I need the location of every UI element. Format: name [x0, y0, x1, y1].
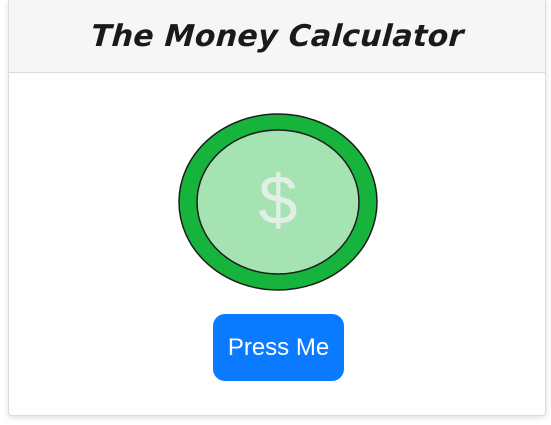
card-header: The Money Calculator — [9, 0, 545, 73]
calculator-card: The Money Calculator $ Press Me — [8, 0, 546, 416]
dollar-symbol: $ — [259, 161, 298, 239]
page-title: The Money Calculator — [89, 18, 465, 54]
coin-graphic: $ — [178, 113, 378, 291]
press-me-button[interactable]: Press Me — [213, 314, 344, 381]
dollar-coin-icon: $ — [178, 113, 380, 295]
